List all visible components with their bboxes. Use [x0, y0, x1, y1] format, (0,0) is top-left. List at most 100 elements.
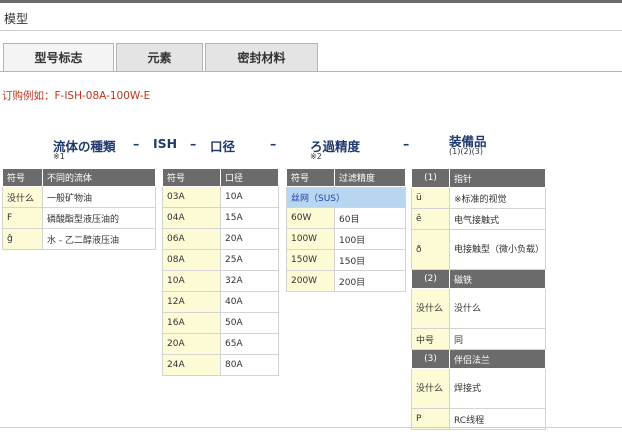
- value-cell: 焊接式: [449, 368, 546, 409]
- header-fluid: 不同的流体: [42, 168, 156, 187]
- value-cell: 32A: [220, 270, 279, 292]
- tab-bar: 型号标志 元素 密封材料: [3, 43, 320, 71]
- group-number: (2): [411, 269, 450, 289]
- header-symbol: 符号: [162, 168, 221, 187]
- symbol-cell: 04A: [162, 207, 221, 229]
- value-cell: 一般矿物油: [42, 186, 156, 208]
- table-row: 08A 25A: [162, 249, 279, 271]
- symbol-cell: ü: [411, 187, 450, 209]
- header-symbol: 符号: [286, 168, 335, 187]
- bottom-rule: [0, 427, 622, 428]
- table-row: 没什么 焊接式: [411, 368, 546, 409]
- tab-element[interactable]: 元素: [116, 43, 203, 71]
- table-row: ĝ 水 - 乙二醇液压油: [2, 228, 156, 250]
- symbol-cell: 100W: [286, 228, 335, 250]
- group-title: 伴侣法兰: [449, 349, 546, 369]
- symbol-cell: 没什么: [2, 186, 43, 208]
- table-row: 03A 10A: [162, 186, 279, 208]
- value-cell: ※标准的视觉: [449, 187, 546, 209]
- symbol-cell: 16A: [162, 312, 221, 334]
- table-row: 没什么 没什么: [411, 288, 546, 329]
- value-cell: 25A: [220, 249, 279, 271]
- bore-table: 符号 口径 03A 10A 04A 15A 06A 20A 08A 25A 10A 32A…: [162, 168, 279, 376]
- value-cell: 150目: [334, 249, 406, 271]
- symbol-cell: 中号: [411, 328, 450, 350]
- order-example: 订购例如：F-ISH-08A-100W-E: [2, 90, 151, 102]
- code-dash: –: [190, 136, 197, 151]
- table-row: 10A 32A: [162, 270, 279, 292]
- symbol-cell: 06A: [162, 228, 221, 250]
- symbol-cell: ĝ: [2, 228, 43, 250]
- table-row: 中号同: [411, 328, 546, 350]
- tab-model-code[interactable]: 型号标志: [3, 43, 114, 71]
- group-title: 指针: [449, 168, 546, 188]
- header-symbol: 符号: [2, 168, 43, 187]
- group-header-pointer: (1) 指针: [411, 168, 546, 188]
- symbol-cell: 12A: [162, 291, 221, 313]
- table-row: ü ※标准的视觉: [411, 187, 546, 209]
- value-cell: 60目: [334, 207, 406, 229]
- code-dash: –: [270, 136, 277, 151]
- table-row: 16A 50A: [162, 312, 279, 334]
- model-code-breakdown: 流体の種類 – ISH – 口径 – ろ過精度 – 装備品 ※1 ※2 (1)(…: [0, 134, 622, 166]
- table-row: 60W 60目: [286, 207, 406, 229]
- tab-underline: [0, 71, 622, 72]
- symbol-cell: 没什么: [411, 288, 450, 329]
- title-rule: [0, 30, 622, 31]
- header-filtration: 过滤精度: [334, 168, 406, 187]
- code-ish: ISH: [153, 136, 178, 151]
- fluid-type-table: 符号 不同的流体 没什么 一般矿物油 F 磷酸酯型液压油的 ĝ 水 - 乙二醇液…: [2, 168, 156, 250]
- code-bore: 口径: [210, 139, 236, 154]
- group-header-magnet: (2) 磁铁: [411, 269, 546, 289]
- table-row: 100W 100目: [286, 228, 406, 250]
- code-dash: –: [403, 136, 410, 151]
- table-row: ê 电气接触式: [411, 208, 546, 230]
- symbol-cell: 10A: [162, 270, 221, 292]
- symbol-cell: 20A: [162, 333, 221, 355]
- note-1: ※1: [53, 152, 65, 161]
- table-row: 150W 150目: [286, 249, 406, 271]
- value-cell: 10A: [220, 186, 279, 208]
- table-row: 没什么 一般矿物油: [2, 186, 156, 208]
- symbol-cell: 没什么: [411, 368, 450, 409]
- tab-seal-material[interactable]: 密封材料: [205, 43, 318, 71]
- value-cell: 电接触型（微小负载）: [449, 229, 546, 270]
- mesh-highlight-row: 丝网（SUS）: [286, 186, 406, 208]
- value-cell: 50A: [220, 312, 279, 334]
- symbol-cell: 08A: [162, 249, 221, 271]
- group-header-flange: (3) 伴侣法兰: [411, 349, 546, 369]
- filtration-table: 符号 过滤精度 丝网（SUS） 60W 60目 100W 100目 150W 150目…: [286, 168, 406, 292]
- value-cell: 200目: [334, 270, 406, 292]
- symbol-cell: ê: [411, 208, 450, 230]
- table-row: 24A 80A: [162, 354, 279, 376]
- symbol-cell: F: [2, 207, 43, 229]
- value-cell: 水 - 乙二醇液压油: [42, 228, 156, 250]
- section-title: 模型: [4, 12, 29, 26]
- value-cell: 65A: [220, 333, 279, 355]
- value-cell: 磷酸酯型液压油的: [42, 207, 156, 229]
- mesh-label: 丝网（SUS）: [286, 186, 406, 208]
- accessory-table: (1) 指针 ü ※标准的视觉 ê 电气接触式 ð 电接触型（微小负载） (2) 磁铁…: [411, 168, 546, 430]
- value-cell: 15A: [220, 207, 279, 229]
- symbol-cell: 200W: [286, 270, 335, 292]
- table-row: 200W 200目: [286, 270, 406, 292]
- group-number: (3): [411, 349, 450, 369]
- note-3: (1)(2)(3): [449, 147, 483, 156]
- table-row: 04A 15A: [162, 207, 279, 229]
- value-cell: 同: [449, 328, 546, 350]
- value-cell: 80A: [220, 354, 279, 376]
- symbol-cell: ð: [411, 229, 450, 270]
- symbol-cell: 03A: [162, 186, 221, 208]
- top-rule: [0, 0, 622, 3]
- symbol-cell: 60W: [286, 207, 335, 229]
- value-cell: 电气接触式: [449, 208, 546, 230]
- table-header-row: 符号 过滤精度: [286, 168, 406, 187]
- symbol-cell: 150W: [286, 249, 335, 271]
- table-row: 12A 40A: [162, 291, 279, 313]
- header-bore: 口径: [220, 168, 279, 187]
- table-row: 06A 20A: [162, 228, 279, 250]
- table-row: ð 电接触型（微小负载）: [411, 229, 546, 270]
- value-cell: 20A: [220, 228, 279, 250]
- table-header-row: 符号 不同的流体: [2, 168, 156, 187]
- group-title: 磁铁: [449, 269, 546, 289]
